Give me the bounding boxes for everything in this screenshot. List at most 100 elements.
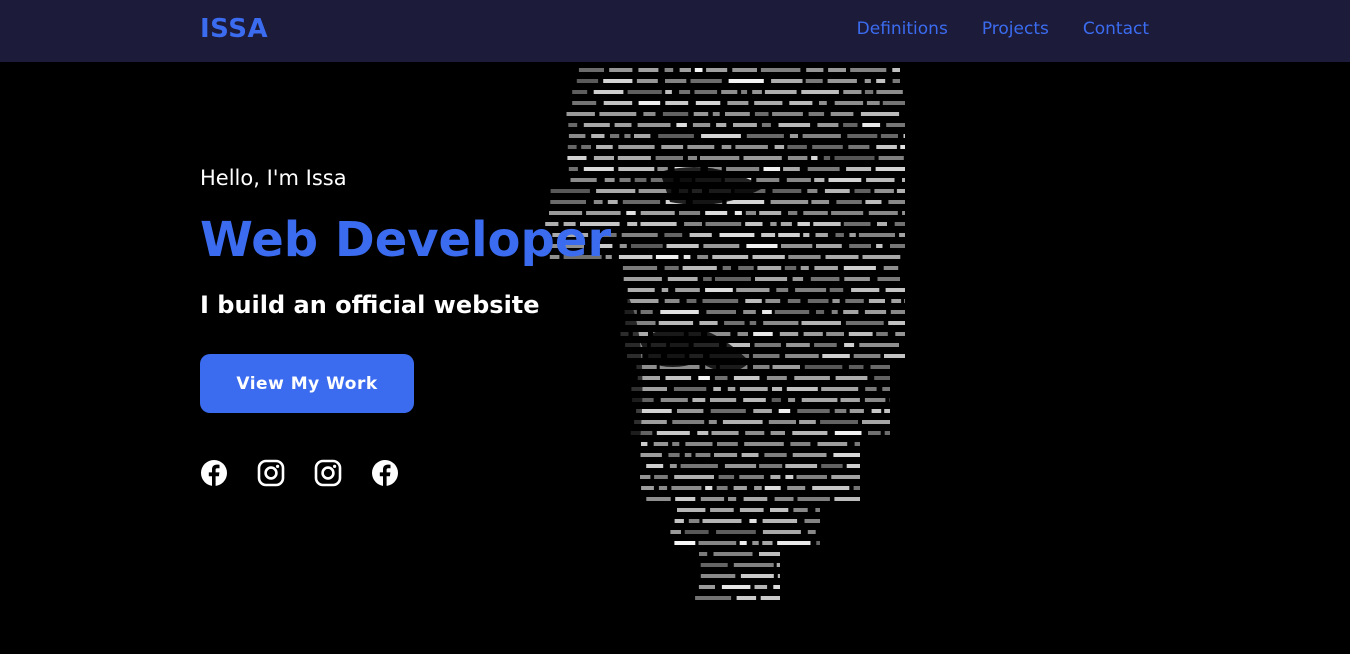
code-text-fragment bbox=[566, 112, 595, 116]
code-text-fragment bbox=[864, 90, 874, 94]
nav-link-definitions[interactable]: Definitions bbox=[857, 19, 948, 39]
code-text-fragment bbox=[746, 134, 784, 138]
code-text-fragment bbox=[868, 431, 881, 435]
code-text-fragment bbox=[618, 255, 653, 259]
view-my-work-button[interactable]: View My Work bbox=[200, 354, 414, 413]
code-text-fragment bbox=[712, 255, 749, 259]
code-text-fragment bbox=[664, 266, 679, 270]
code-text-fragment bbox=[738, 266, 754, 270]
code-text-fragment bbox=[721, 90, 738, 94]
code-text-fragment bbox=[802, 134, 841, 138]
code-text-fragment bbox=[643, 112, 656, 116]
code-text-fragment bbox=[822, 354, 850, 358]
code-text-fragment bbox=[821, 464, 843, 468]
code-text-fragment bbox=[679, 68, 691, 72]
code-text-fragment bbox=[896, 189, 905, 193]
code-text-fragment bbox=[783, 167, 800, 171]
code-text-fragment bbox=[665, 101, 689, 105]
code-text-fragment bbox=[733, 486, 747, 490]
code-text-fragment bbox=[836, 200, 862, 204]
code-text-fragment bbox=[743, 156, 782, 160]
code-text-fragment bbox=[788, 255, 821, 259]
code-text-fragment bbox=[743, 398, 766, 402]
instagram-link-2[interactable] bbox=[314, 459, 342, 487]
code-text-fragment bbox=[766, 376, 787, 380]
code-text-fragment bbox=[703, 244, 740, 248]
code-text-fragment bbox=[667, 277, 698, 281]
code-text-fragment bbox=[698, 376, 710, 380]
code-text-fragment bbox=[774, 497, 794, 501]
code-text-fragment bbox=[694, 68, 703, 72]
code-text-fragment bbox=[721, 585, 751, 589]
code-text-fragment bbox=[843, 266, 876, 270]
brand-logo-link[interactable]: ISSA bbox=[200, 14, 268, 44]
code-text-fragment bbox=[814, 343, 837, 347]
code-text-fragment bbox=[876, 90, 903, 94]
code-text-fragment bbox=[705, 211, 728, 215]
code-text-fragment bbox=[816, 244, 842, 248]
code-text-fragment bbox=[733, 563, 774, 567]
code-text-fragment bbox=[591, 134, 605, 138]
code-text-fragment bbox=[735, 145, 768, 149]
code-text-fragment bbox=[697, 431, 709, 435]
code-text-fragment bbox=[800, 266, 809, 270]
facebook-link[interactable] bbox=[200, 459, 228, 487]
code-text-fragment bbox=[786, 178, 811, 182]
code-text-fragment bbox=[640, 211, 675, 215]
code-text-fragment bbox=[797, 409, 830, 413]
code-text-fragment bbox=[655, 156, 683, 160]
code-text-fragment bbox=[862, 255, 901, 259]
code-text-fragment bbox=[699, 552, 708, 556]
nav-link-contact[interactable]: Contact bbox=[1083, 19, 1149, 39]
code-text-fragment bbox=[599, 112, 637, 116]
code-text-fragment bbox=[568, 134, 586, 138]
code-text-fragment bbox=[877, 222, 887, 226]
code-text-fragment bbox=[726, 167, 760, 171]
social-links bbox=[200, 459, 399, 487]
code-text-fragment bbox=[780, 222, 792, 226]
code-text-fragment bbox=[862, 420, 890, 424]
nav-link-projects[interactable]: Projects bbox=[982, 19, 1049, 39]
code-text-fragment bbox=[803, 233, 810, 237]
code-text-fragment bbox=[674, 475, 714, 479]
code-text-fragment bbox=[854, 442, 860, 446]
code-text-fragment bbox=[815, 233, 828, 237]
code-text-fragment bbox=[888, 200, 905, 204]
instagram-link[interactable] bbox=[257, 459, 285, 487]
code-text-fragment bbox=[853, 486, 860, 490]
code-text-fragment bbox=[676, 123, 687, 127]
code-text-fragment bbox=[627, 222, 638, 226]
code-text-fragment bbox=[792, 453, 827, 457]
facebook-link-2[interactable] bbox=[371, 459, 399, 487]
hero-tagline: I build an official website bbox=[200, 291, 540, 319]
code-text-fragment bbox=[785, 354, 819, 358]
code-text-fragment bbox=[877, 277, 900, 281]
code-text-fragment bbox=[868, 211, 898, 215]
code-text-fragment bbox=[674, 541, 696, 545]
code-text-fragment bbox=[848, 365, 864, 369]
code-text-fragment bbox=[728, 79, 764, 83]
code-text-fragment bbox=[803, 211, 828, 215]
code-text-fragment bbox=[796, 475, 827, 479]
code-text-fragment bbox=[860, 112, 900, 116]
code-text-fragment bbox=[882, 101, 905, 105]
code-text-fragment bbox=[640, 475, 651, 479]
code-text-fragment bbox=[895, 332, 905, 336]
code-text-fragment bbox=[759, 211, 782, 215]
code-text-fragment bbox=[710, 409, 746, 413]
code-text-fragment bbox=[717, 442, 738, 446]
code-text-fragment bbox=[711, 431, 739, 435]
code-text-fragment bbox=[892, 79, 900, 83]
code-text-fragment bbox=[894, 222, 905, 226]
code-text-fragment bbox=[846, 464, 860, 468]
code-text-fragment bbox=[716, 530, 756, 534]
code-text-fragment bbox=[807, 299, 829, 303]
code-text-fragment bbox=[665, 79, 687, 83]
code-text-fragment bbox=[690, 79, 722, 83]
code-text-fragment bbox=[664, 233, 683, 237]
code-text-fragment bbox=[828, 68, 846, 72]
code-text-fragment bbox=[583, 123, 610, 127]
code-text-fragment bbox=[712, 112, 720, 116]
code-text-fragment bbox=[752, 541, 759, 545]
instagram-icon bbox=[314, 459, 342, 487]
